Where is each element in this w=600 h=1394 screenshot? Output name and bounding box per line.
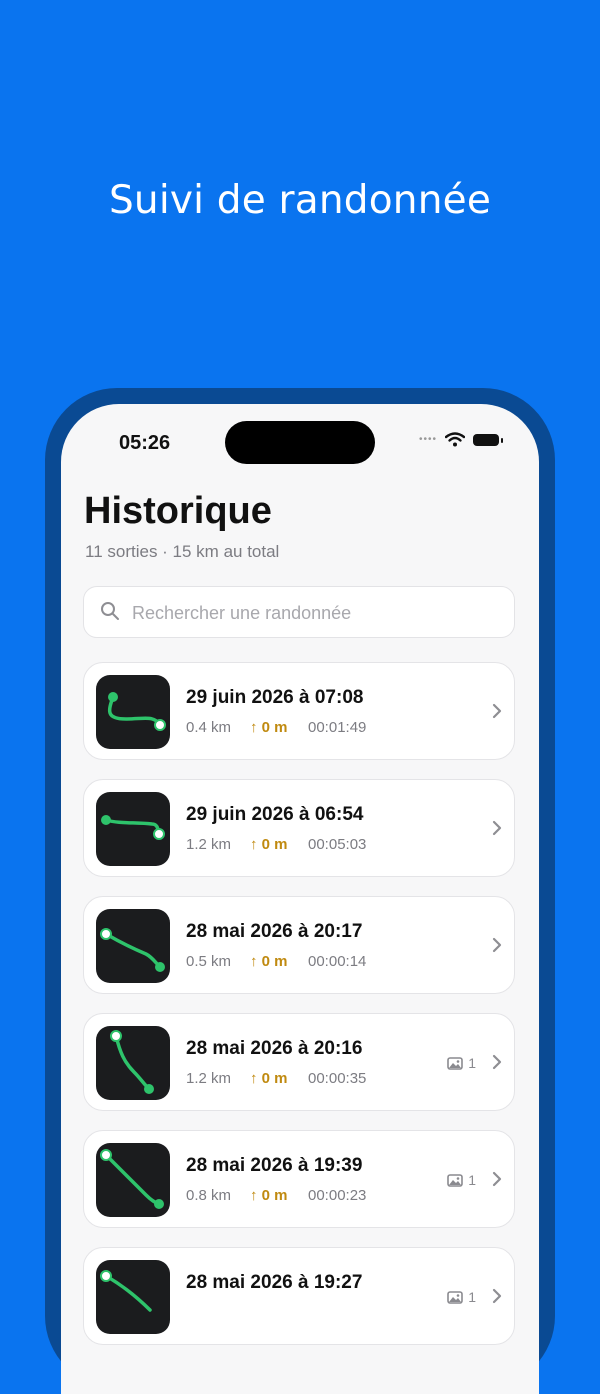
hike-duration: 00:01:49 [308, 719, 367, 736]
hike-elevation: ↑ 0 m [250, 719, 288, 736]
page-title: Historique [84, 490, 272, 532]
hike-distance: 0.8 km [186, 1187, 232, 1204]
hike-distance: 1.2 km [186, 1070, 232, 1087]
hike-card[interactable]: 28 mai 2026 à 19:27 1 [83, 1247, 515, 1345]
route-thumbnail [96, 675, 170, 749]
photo-count: 1 [447, 1289, 476, 1305]
battery-icon [473, 433, 503, 446]
hike-title: 28 mai 2026 à 20:16 [186, 1038, 363, 1059]
hike-card[interactable]: 28 mai 2026 à 20:16 1.2 km ↑ 0 m 00:00:3… [83, 1013, 515, 1111]
status-time: 05:26 [119, 432, 171, 454]
hike-stats: 1.2 km ↑ 0 m 00:00:35 [186, 1070, 366, 1087]
hike-title: 28 mai 2026 à 19:27 [186, 1272, 363, 1293]
hike-stats: 1.2 km ↑ 0 m 00:05:03 [186, 836, 366, 853]
route-thumbnail [96, 1143, 170, 1217]
route-thumbnail [96, 1026, 170, 1100]
hike-duration: 00:00:23 [308, 1187, 367, 1204]
hike-elevation: ↑ 0 m [250, 836, 288, 853]
hike-card[interactable]: 28 mai 2026 à 19:39 0.8 km ↑ 0 m 00:00:2… [83, 1130, 515, 1228]
search-input[interactable] [130, 587, 504, 639]
route-thumbnail [96, 1260, 170, 1334]
search-bar[interactable] [83, 586, 515, 639]
route-thumbnail [96, 909, 170, 983]
hike-duration: 00:00:35 [308, 1070, 367, 1087]
hike-card[interactable]: 28 mai 2026 à 20:17 0.5 km ↑ 0 m 00:00:1… [83, 896, 515, 994]
hike-distance: 0.5 km [186, 953, 232, 970]
hike-title: 28 mai 2026 à 20:17 [186, 921, 363, 942]
photo-icon [447, 1056, 464, 1070]
hike-title: 29 juin 2026 à 06:54 [186, 804, 364, 825]
promo-headline: Suivi de randonnée [108, 178, 492, 223]
chevron-right-icon [492, 937, 502, 953]
hike-stats: 0.8 km ↑ 0 m 00:00:23 [186, 1187, 366, 1204]
photo-count: 1 [447, 1055, 476, 1071]
chevron-right-icon [492, 1054, 502, 1070]
hike-elevation: ↑ 0 m [250, 1187, 288, 1204]
photo-icon [447, 1290, 464, 1304]
hike-card[interactable]: 29 juin 2026 à 06:54 1.2 km ↑ 0 m 00:05:… [83, 779, 515, 877]
hike-title: 29 juin 2026 à 07:08 [186, 687, 364, 708]
chevron-right-icon [492, 1171, 502, 1187]
hike-elevation: ↑ 0 m [250, 1070, 288, 1087]
hike-card[interactable]: 29 juin 2026 à 07:08 0.4 km ↑ 0 m 00:01:… [83, 662, 515, 760]
page-subtitle: 11 sorties · 15 km au total [85, 542, 280, 561]
hike-distance: 0.4 km [186, 719, 232, 736]
status-icons: •••• [418, 432, 503, 447]
dynamic-island [225, 421, 375, 464]
photo-count-value: 1 [468, 1289, 476, 1305]
photo-count-value: 1 [468, 1055, 476, 1071]
chevron-right-icon [492, 1288, 502, 1304]
chevron-right-icon [492, 703, 502, 719]
hike-distance: 1.2 km [186, 836, 232, 853]
photo-icon [447, 1173, 464, 1187]
route-thumbnail [96, 792, 170, 866]
chevron-right-icon [492, 820, 502, 836]
hike-title: 28 mai 2026 à 19:39 [186, 1155, 363, 1176]
photo-count-value: 1 [468, 1172, 476, 1188]
phone-screen: 05:26 •••• Historique 11 sorties · 15 km… [61, 404, 539, 1394]
hike-elevation: ↑ 0 m [250, 953, 288, 970]
search-icon [101, 602, 119, 620]
hike-stats: 0.5 km ↑ 0 m 00:00:14 [186, 953, 366, 970]
hike-duration: 00:00:14 [308, 953, 367, 970]
hike-duration: 00:05:03 [308, 836, 367, 853]
signal-dots-icon: •••• [418, 434, 437, 445]
hike-stats: 0.4 km ↑ 0 m 00:01:49 [186, 719, 366, 736]
wifi-icon [445, 432, 465, 447]
photo-count: 1 [447, 1172, 476, 1188]
